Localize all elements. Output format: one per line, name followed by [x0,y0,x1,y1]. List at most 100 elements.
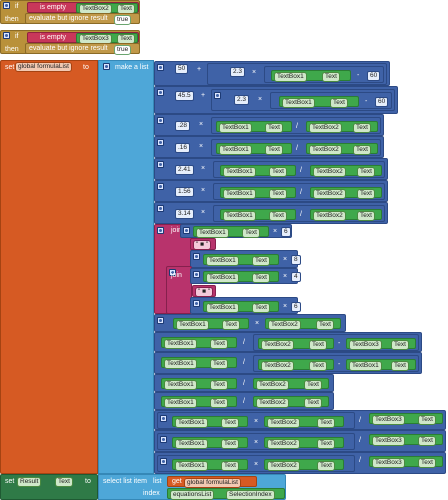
property-dropdown[interactable]: Text [210,398,228,408]
textbox-text-getter[interactable]: TextBox2 Text [253,396,329,408]
mutator-gear-icon[interactable] [157,64,164,71]
component-dropdown[interactable]: TextBox1 [219,123,252,133]
textbox-text-getter[interactable]: TextBox2 Text [258,359,334,371]
textbox-text-getter[interactable]: TextBox3 Text [369,456,443,468]
property-dropdown[interactable]: Text [269,167,287,177]
evaluate-block[interactable]: evaluate but ignore result true [25,43,140,55]
component-dropdown[interactable]: equationsList [170,490,215,500]
property-dropdown[interactable]: Text [418,415,436,425]
property-dropdown[interactable]: Text [210,380,228,390]
property-dropdown[interactable]: Text [265,145,283,155]
property-dropdown[interactable]: Text [304,398,322,408]
component-dropdown[interactable]: TextBox2 [267,461,300,471]
textbox-text-getter[interactable]: TextBox1 Text [220,187,296,199]
mutator-gear-icon[interactable] [3,32,10,39]
property-dropdown[interactable]: Text [317,439,335,449]
component-dropdown[interactable]: TextBox3 [349,340,382,350]
mutator-gear-icon[interactable] [157,205,164,212]
text-literal-block[interactable]: " ■ " [190,238,216,250]
mutator-gear-icon[interactable] [160,458,167,465]
component-dropdown[interactable]: TextBox1 [164,398,197,408]
mutator-gear-icon[interactable] [157,317,164,324]
property-dropdown[interactable]: Text [210,339,228,349]
textbox-text-getter[interactable]: TextBox1 Text [172,416,248,428]
property-dropdown[interactable]: Text [252,303,270,313]
component-dropdown[interactable]: TextBox1 [175,461,208,471]
textbox-text-getter[interactable]: TextBox1 Text [216,143,292,155]
if-block-1[interactable]: if is empty TextBox2 Text then evaluate … [0,0,140,25]
textbox-text-getter[interactable]: TextBox2 Text [310,165,382,177]
property-dropdown[interactable]: Text [309,361,327,371]
component-dropdown[interactable]: TextBox1 [274,72,307,82]
textbox-text-getter[interactable]: TextBox1 Text [216,121,292,133]
is-empty-block[interactable]: is empty TextBox3 Text [27,32,139,44]
textbox-text-getter[interactable]: TextBox2 Text [264,416,344,428]
true-literal[interactable]: true [114,15,132,25]
component-dropdown[interactable]: TextBox2 [313,211,346,221]
property-dropdown[interactable]: Text [252,273,270,283]
property-dropdown[interactable]: Text [353,145,371,155]
property-dropdown[interactable]: Text [418,436,436,446]
make-a-list-block[interactable]: make a list [98,60,154,474]
mutator-gear-icon[interactable] [193,300,200,307]
math-divide-block[interactable]: TextBox1 Text / TextBox2 Text [154,374,334,392]
number-literal[interactable]: 1.56 [175,187,194,197]
math-multiply-block[interactable]: TextBox1 Text × 6 [180,224,292,238]
component-dropdown[interactable]: TextBox1 [282,98,315,108]
component-dropdown[interactable]: TextBox1 [175,439,208,449]
true-literal[interactable]: true [114,45,132,55]
textbox-text-getter[interactable]: TextBox2 Text [258,338,334,350]
property-dropdown[interactable]: Text [222,320,240,330]
textbox-text-getter[interactable]: TextBox1 Text [161,357,237,369]
property-dropdown[interactable]: Text [316,320,334,330]
global-variable-dropdown[interactable]: global formulaList [15,62,72,72]
property-dropdown[interactable]: Text [265,123,283,133]
property-dropdown[interactable]: Text [391,340,409,350]
text-literal[interactable]: " ■ " [193,240,212,250]
math-divide-block[interactable]: TextBox1 Text × TextBox2 Text / TextBox3 Te… [154,452,446,474]
textbox-text-getter[interactable]: TextBox2 Text [265,318,341,330]
get-global-block[interactable]: get global formulaList [167,476,257,488]
math-divide-block[interactable]: TextBox1 Text / TextBox2 Text [213,205,385,222]
math-divide-block[interactable]: TextBox1 Text / TextBox2 Text [211,117,381,134]
mutator-gear-icon[interactable] [157,89,164,96]
math-multiply-block[interactable]: TextBox1 Text × 6 [190,297,301,314]
component-dropdown[interactable]: TextBox2 [261,340,294,350]
textbox-text-getter[interactable]: TextBox3 Text [346,338,416,350]
textbox-text-getter[interactable]: TextBox1 Text [271,70,351,82]
property-dropdown[interactable]: Text [317,418,335,428]
property-dropdown[interactable]: Text [322,72,340,82]
math-multiply-block[interactable]: 2.3 × TextBox1 Text - 60 [211,89,395,111]
textbox-text-getter[interactable]: TextBox2 Text [310,209,382,221]
textbox-text-getter[interactable]: TextBox1 Text [203,271,279,283]
math-multiply-block[interactable]: 1.56 × TextBox1 Text / TextBox2 Text [154,180,388,202]
textbox-text-getter[interactable]: TextBox2 Text [264,437,344,449]
number-literal[interactable]: 8 [291,255,301,265]
select-list-item-block[interactable]: select list item list get global formula… [98,474,286,500]
math-divide-block[interactable]: TextBox1 Text / TextBox2 Text - TextBox3 Te… [154,332,422,352]
textbox-text-getter[interactable]: TextBox2 Text [310,187,382,199]
math-add-block[interactable]: 50 + 2.3 × TextBox1 Text - 60 [154,61,390,86]
math-divide-block[interactable]: TextBox1 Text / TextBox2 Text [211,139,381,156]
number-literal[interactable]: 6 [291,302,301,312]
property-dropdown[interactable]: Text [55,477,73,487]
textbox-text-getter[interactable]: TextBox1 Text [172,459,248,471]
math-divide-block[interactable]: TextBox1 Text / TextBox2 Text [213,161,385,178]
mutator-gear-icon[interactable] [103,63,110,70]
math-subtract-block[interactable]: TextBox1 Text - 60 [270,92,392,109]
component-dropdown[interactable]: TextBox2 [261,361,294,371]
number-literal[interactable]: 2.41 [175,165,194,175]
property-dropdown[interactable]: Text [391,361,409,371]
textbox-text-getter[interactable]: TextBox1 Text [172,437,248,449]
textbox-text-getter[interactable]: TextBox3 Text [369,413,443,425]
component-dropdown[interactable]: TextBox1 [223,211,256,221]
component-text-getter[interactable]: TextBox2 Text [76,3,138,14]
property-dropdown[interactable]: Text [309,340,327,350]
mutator-gear-icon[interactable] [157,117,164,124]
mutator-gear-icon[interactable] [157,227,164,234]
evaluate-block[interactable]: evaluate but ignore result true [25,13,140,25]
property-dropdown[interactable]: Text [304,380,322,390]
mutator-gear-icon[interactable] [193,253,200,260]
component-dropdown[interactable]: Result [17,477,42,487]
component-dropdown[interactable]: TextBox1 [206,256,239,266]
